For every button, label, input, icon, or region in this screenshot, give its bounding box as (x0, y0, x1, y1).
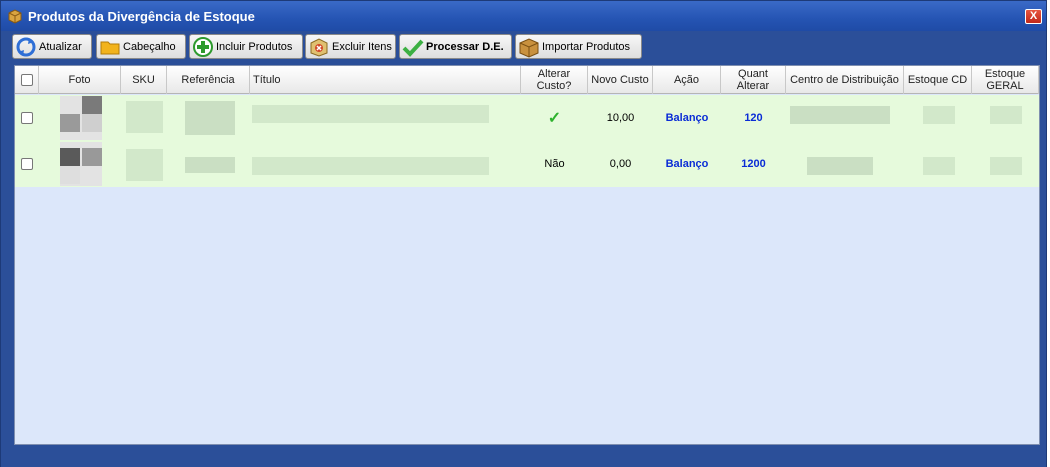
box-icon (518, 36, 540, 58)
acao-cell[interactable]: Balanço (653, 141, 721, 187)
folder-icon (99, 36, 121, 58)
refresh-icon (15, 36, 37, 58)
toolbar: Atualizar Cabeçalho Incluir Produtos Exc… (1, 32, 1046, 62)
process-button[interactable]: Processar D.E. (399, 34, 512, 59)
box-icon (7, 8, 23, 24)
estoque-cd-value (923, 106, 955, 124)
quant-alterar-cell[interactable]: 120 (721, 95, 786, 141)
acao-cell[interactable]: Balanço (653, 95, 721, 141)
column-header-novo-custo[interactable]: Novo Custo (588, 66, 653, 94)
distribution-center-value (807, 157, 873, 175)
window: Produtos da Divergência de Estoque X Atu… (0, 0, 1047, 467)
title-value (252, 105, 489, 123)
column-header-titulo[interactable]: Título (250, 66, 521, 94)
window-title: Produtos da Divergência de Estoque (28, 9, 255, 24)
table-row[interactable]: Não 0,00 Balanço 1200 (15, 141, 1039, 187)
row-checkbox[interactable] (21, 158, 33, 170)
alterar-custo-cell: ✓ (521, 95, 588, 141)
column-header-alterar-custo[interactable]: Alterar Custo? (521, 66, 588, 94)
delete-icon (308, 36, 330, 58)
row-checkbox[interactable] (21, 112, 33, 124)
header-button[interactable]: Cabeçalho (96, 34, 186, 59)
check-icon (402, 36, 424, 58)
estoque-cd-value (923, 157, 955, 175)
title-bar: Produtos da Divergência de Estoque X (1, 1, 1046, 31)
checkmark-icon: ✓ (547, 110, 562, 127)
alterar-custo-cell: Não (544, 158, 565, 170)
close-icon: X (1029, 10, 1038, 22)
reference-value (185, 157, 235, 173)
add-icon (192, 36, 214, 58)
column-header-estoque-geral[interactable]: Estoque GERAL (972, 66, 1039, 94)
column-header-estoque-cd[interactable]: Estoque CD (904, 66, 972, 94)
column-header-centro-distribuicao[interactable]: Centro de Distribuição (786, 66, 904, 94)
select-all-checkbox[interactable] (20, 74, 33, 86)
row-select-cell (15, 95, 39, 141)
select-all-cell (15, 66, 39, 94)
column-header-sku[interactable]: SKU (121, 66, 167, 94)
refresh-button[interactable]: Atualizar (12, 34, 92, 59)
row-select-cell (15, 141, 39, 187)
quant-alterar-cell[interactable]: 1200 (721, 141, 786, 187)
estoque-geral-value (990, 106, 1022, 124)
novo-custo-cell: 0,00 (609, 158, 632, 170)
title-value (252, 157, 489, 175)
add-products-button[interactable]: Incluir Produtos (189, 34, 303, 59)
import-products-label: Importar Produtos (542, 40, 631, 53)
header-label: Cabeçalho (123, 40, 176, 53)
estoque-geral-value (990, 157, 1022, 175)
product-photo (60, 96, 102, 140)
column-header-referencia[interactable]: Referência (167, 66, 250, 94)
novo-custo-cell: 10,00 (606, 112, 635, 124)
import-products-button[interactable]: Importar Produtos (515, 34, 642, 59)
distribution-center-value (790, 106, 890, 124)
add-products-label: Incluir Produtos (216, 40, 293, 53)
status-bar (1, 447, 1046, 467)
sku-value (126, 149, 163, 181)
sku-value (126, 101, 163, 133)
column-header-foto[interactable]: Foto (39, 66, 121, 94)
products-grid: Foto SKU Referência Título Alterar Custo… (14, 65, 1040, 445)
grid-header: Foto SKU Referência Título Alterar Custo… (15, 66, 1039, 94)
column-header-acao[interactable]: Ação (653, 66, 721, 94)
reference-value (185, 101, 235, 135)
close-button[interactable]: X (1025, 9, 1042, 24)
column-header-quant-alterar[interactable]: Quant Alterar (721, 66, 786, 94)
delete-items-label: Excluir Itens (332, 40, 392, 53)
refresh-label: Atualizar (39, 40, 82, 53)
process-label: Processar D.E. (426, 40, 504, 53)
delete-items-button[interactable]: Excluir Itens (305, 34, 396, 59)
table-row[interactable]: ✓ 10,00 Balanço 120 (15, 95, 1039, 141)
product-photo (60, 142, 102, 186)
